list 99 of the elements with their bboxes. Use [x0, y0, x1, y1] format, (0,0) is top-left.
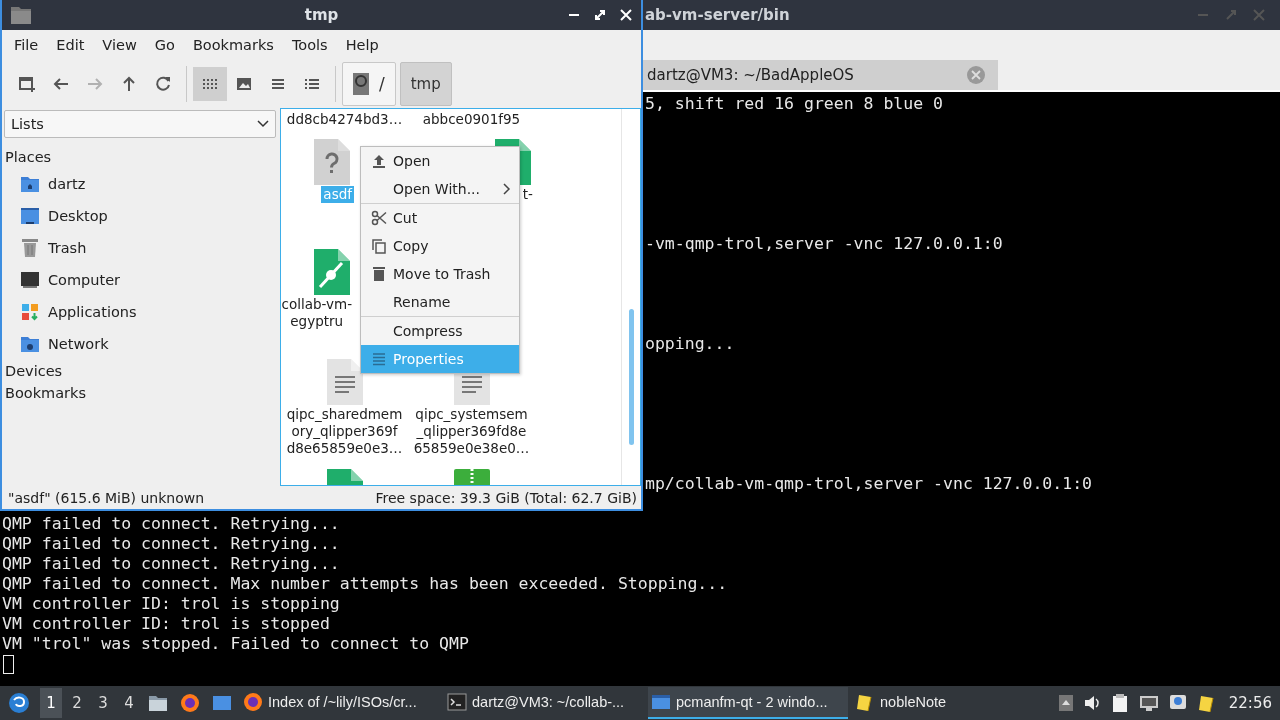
view-mode-button[interactable] — [193, 67, 227, 101]
maximize-icon — [1224, 8, 1238, 22]
notepad-icon — [1196, 693, 1217, 713]
icon-grid-icon — [202, 76, 218, 92]
notification-icon — [1168, 694, 1187, 712]
drive-icon — [353, 73, 369, 95]
scissors-icon — [371, 210, 387, 226]
workspace-button[interactable]: 4 — [118, 688, 140, 718]
folder-icon — [10, 5, 32, 25]
reload-icon — [154, 75, 172, 93]
terminal-line: QMP failed to connect. Retrying... — [1, 534, 340, 554]
context-menu-item[interactable]: Compress — [361, 317, 519, 345]
place-item[interactable]: Applications — [2, 296, 278, 328]
place-item[interactable]: Trash — [2, 232, 278, 264]
context-menu-item[interactable]: Copy — [361, 232, 519, 260]
path-button[interactable]: / — [342, 62, 396, 106]
taskbar-task[interactable]: Index of /~lily/ISOs/cr... — [240, 687, 440, 719]
terminal-line: opping... — [644, 334, 735, 354]
place-item[interactable]: Computer — [2, 264, 278, 296]
maximize-icon — [593, 8, 607, 22]
menu-item[interactable]: View — [93, 33, 146, 57]
browser-icon — [243, 692, 263, 712]
taskbar-task[interactable]: dartz@VM3: ~/collab-... — [444, 687, 644, 719]
start-menu-icon — [8, 692, 30, 714]
context-menu-item[interactable]: Open — [361, 147, 519, 175]
terminal-line: QMP failed to connect. Retrying... — [1, 554, 340, 574]
window-title: ab-vm-server/bin — [645, 6, 790, 24]
side-pane-dropdown[interactable]: Lists — [4, 110, 276, 138]
detailed-list-icon — [304, 76, 320, 92]
browser-icon — [180, 693, 200, 713]
terminal-line: 5, shift red 16 green 8 blue 0 — [644, 94, 943, 114]
terminal-line: VM "trol" was stopped. Failed to connect to QMP — [1, 634, 469, 654]
context-menu-item[interactable]: Open With... — [361, 175, 519, 203]
file-name[interactable]: abbce0901f95 — [420, 111, 523, 128]
home-folder-icon — [20, 174, 40, 194]
desktop-icon — [212, 693, 232, 713]
free-space-text: Free space: 39.3 GiB (Total: 62.7 GiB) — [375, 489, 637, 506]
list-icon — [270, 76, 286, 92]
terminal-line: QMP failed to connect. Retrying... — [1, 514, 340, 534]
terminal-line: VM controller ID: trol is stopped — [1, 614, 330, 634]
monitor-icon — [20, 270, 40, 290]
notepad-icon — [855, 692, 875, 712]
terminal-tab[interactable]: dartz@VM3: ~/BadAppleOS — [643, 60, 998, 90]
file-name[interactable]: dd8cb4274bd3… — [284, 111, 405, 128]
place-item[interactable]: Network — [2, 328, 278, 360]
applications-icon — [20, 302, 40, 322]
clock[interactable]: 22:56 — [1228, 694, 1272, 712]
chevron-down-icon — [257, 120, 269, 128]
taskbar-task[interactable]: nobleNote — [852, 687, 962, 719]
terminal-line: VM controller ID: trol is stopping — [1, 594, 340, 614]
list-icon — [371, 351, 387, 367]
menu-item[interactable]: Tools — [282, 33, 337, 57]
window-icon — [651, 692, 671, 712]
file-name[interactable]: qipc_systemsem _qlipper369fd8e 65859e0e38e0… — [411, 406, 532, 457]
context-menu-item[interactable]: Move to Trash — [361, 260, 519, 288]
workspace-button[interactable]: 3 — [92, 688, 114, 718]
desktop-icon — [20, 206, 40, 226]
menu-item[interactable]: Go — [145, 33, 184, 57]
workspace-button[interactable]: 2 — [66, 688, 88, 718]
clipboard-icon — [1110, 693, 1129, 713]
status-text: "asdf" (615.6 MiB) unknown — [8, 489, 205, 506]
taskbar-task[interactable]: pcmanfm-qt - 2 windo... — [648, 687, 848, 719]
terminal-icon — [447, 692, 467, 712]
close-icon — [966, 65, 986, 85]
window-title: tmp — [304, 6, 339, 24]
upload-icon — [371, 153, 387, 169]
menu-item[interactable]: Bookmarks — [183, 33, 283, 57]
path-button[interactable]: tmp — [399, 62, 452, 106]
section-heading: Devices — [4, 362, 64, 381]
network-folder-icon — [20, 334, 40, 354]
chevron-right-icon — [503, 183, 511, 195]
folder-icon — [148, 693, 168, 713]
close-icon — [1252, 8, 1266, 22]
trash-icon — [20, 238, 40, 258]
text-cursor — [3, 655, 14, 674]
context-menu-item[interactable]: Cut — [361, 204, 519, 232]
section-heading: Bookmarks — [4, 384, 87, 403]
place-item[interactable]: Desktop — [2, 200, 278, 232]
terminal-line: QMP failed to connect. Max number attempts has been exceeded. Stopping... — [1, 574, 728, 594]
terminal-line: -vm-qmp-trol,server -vnc 127.0.0.1:0 — [644, 234, 1003, 254]
copy-icon — [371, 238, 387, 254]
menu-item[interactable]: File — [5, 33, 48, 57]
scrollbar-thumb[interactable] — [629, 309, 634, 445]
file-name[interactable]: t- — [520, 186, 535, 203]
image-icon — [236, 76, 252, 92]
network-icon — [1138, 694, 1159, 712]
file-name[interactable]: qipc_sharedmem ory_qlipper369f d8e65859e0e3… — [284, 406, 405, 457]
terminal-line: mp/collab-vm-qmp-trol,server -vnc 127.0.0.1:0 — [644, 474, 1093, 494]
close-icon — [619, 8, 633, 22]
menu-item[interactable]: Help — [336, 33, 388, 57]
new-tab-icon — [18, 75, 36, 93]
menu-item[interactable]: Edit — [47, 33, 94, 57]
workspace-button[interactable]: 1 — [40, 688, 62, 718]
place-item[interactable]: dartz — [2, 168, 278, 200]
file-name[interactable]: collab-vm- egyptru — [281, 296, 354, 330]
context-menu-item[interactable]: Rename — [361, 288, 519, 316]
section-heading: Places — [4, 148, 53, 167]
trash-icon — [371, 266, 387, 282]
speaker-icon — [1082, 694, 1101, 712]
